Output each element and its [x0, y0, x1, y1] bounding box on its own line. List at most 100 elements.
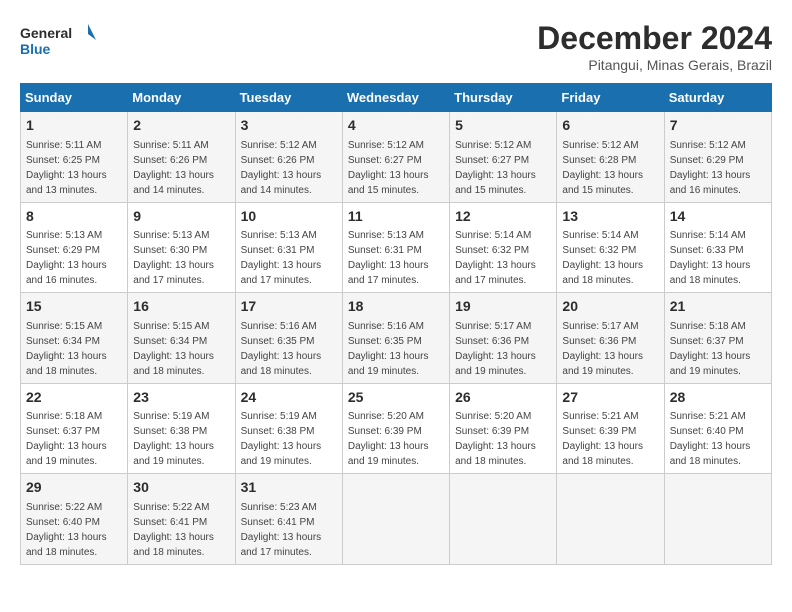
day-number: 16	[133, 297, 229, 317]
day-info: Sunrise: 5:11 AM Sunset: 6:26 PM Dayligh…	[133, 140, 214, 196]
day-number: 28	[670, 388, 766, 408]
calendar-cell: 24 Sunrise: 5:19 AM Sunset: 6:38 PM Dayl…	[235, 383, 342, 474]
day-number: 27	[562, 388, 658, 408]
day-info: Sunrise: 5:18 AM Sunset: 6:37 PM Dayligh…	[26, 411, 107, 467]
day-number: 5	[455, 116, 551, 136]
calendar-cell: 9 Sunrise: 5:13 AM Sunset: 6:30 PM Dayli…	[128, 202, 235, 293]
week-row-1: 1 Sunrise: 5:11 AM Sunset: 6:25 PM Dayli…	[21, 112, 772, 203]
day-number: 19	[455, 297, 551, 317]
calendar-cell: 7 Sunrise: 5:12 AM Sunset: 6:29 PM Dayli…	[664, 112, 771, 203]
day-info: Sunrise: 5:12 AM Sunset: 6:26 PM Dayligh…	[241, 140, 322, 196]
calendar-cell: 15 Sunrise: 5:15 AM Sunset: 6:34 PM Dayl…	[21, 293, 128, 384]
calendar-cell: 16 Sunrise: 5:15 AM Sunset: 6:34 PM Dayl…	[128, 293, 235, 384]
day-number: 21	[670, 297, 766, 317]
day-info: Sunrise: 5:12 AM Sunset: 6:27 PM Dayligh…	[348, 140, 429, 196]
header-friday: Friday	[557, 84, 664, 112]
day-number: 6	[562, 116, 658, 136]
day-number: 13	[562, 207, 658, 227]
day-number: 26	[455, 388, 551, 408]
calendar-cell	[664, 474, 771, 565]
day-number: 29	[26, 478, 122, 498]
day-number: 1	[26, 116, 122, 136]
day-info: Sunrise: 5:15 AM Sunset: 6:34 PM Dayligh…	[133, 321, 214, 377]
day-number: 3	[241, 116, 337, 136]
calendar-cell: 18 Sunrise: 5:16 AM Sunset: 6:35 PM Dayl…	[342, 293, 449, 384]
day-number: 23	[133, 388, 229, 408]
calendar-cell: 5 Sunrise: 5:12 AM Sunset: 6:27 PM Dayli…	[450, 112, 557, 203]
day-info: Sunrise: 5:14 AM Sunset: 6:33 PM Dayligh…	[670, 230, 751, 286]
logo-svg: General Blue	[20, 20, 100, 60]
calendar-cell: 11 Sunrise: 5:13 AM Sunset: 6:31 PM Dayl…	[342, 202, 449, 293]
day-info: Sunrise: 5:18 AM Sunset: 6:37 PM Dayligh…	[670, 321, 751, 377]
day-info: Sunrise: 5:21 AM Sunset: 6:40 PM Dayligh…	[670, 411, 751, 467]
day-number: 17	[241, 297, 337, 317]
calendar-cell: 26 Sunrise: 5:20 AM Sunset: 6:39 PM Dayl…	[450, 383, 557, 474]
svg-text:General: General	[20, 25, 72, 41]
day-info: Sunrise: 5:12 AM Sunset: 6:27 PM Dayligh…	[455, 140, 536, 196]
day-info: Sunrise: 5:19 AM Sunset: 6:38 PM Dayligh…	[241, 411, 322, 467]
calendar-cell: 30 Sunrise: 5:22 AM Sunset: 6:41 PM Dayl…	[128, 474, 235, 565]
calendar-cell: 21 Sunrise: 5:18 AM Sunset: 6:37 PM Dayl…	[664, 293, 771, 384]
header: General Blue December 2024 Pitangui, Min…	[20, 20, 772, 73]
main-title: December 2024	[537, 20, 772, 57]
day-info: Sunrise: 5:16 AM Sunset: 6:35 PM Dayligh…	[348, 321, 429, 377]
day-number: 20	[562, 297, 658, 317]
day-info: Sunrise: 5:11 AM Sunset: 6:25 PM Dayligh…	[26, 140, 107, 196]
day-info: Sunrise: 5:17 AM Sunset: 6:36 PM Dayligh…	[455, 321, 536, 377]
header-sunday: Sunday	[21, 84, 128, 112]
calendar-cell: 31 Sunrise: 5:23 AM Sunset: 6:41 PM Dayl…	[235, 474, 342, 565]
day-number: 8	[26, 207, 122, 227]
calendar-cell: 25 Sunrise: 5:20 AM Sunset: 6:39 PM Dayl…	[342, 383, 449, 474]
title-area: December 2024 Pitangui, Minas Gerais, Br…	[537, 20, 772, 73]
calendar-cell: 13 Sunrise: 5:14 AM Sunset: 6:32 PM Dayl…	[557, 202, 664, 293]
week-row-5: 29 Sunrise: 5:22 AM Sunset: 6:40 PM Dayl…	[21, 474, 772, 565]
day-info: Sunrise: 5:12 AM Sunset: 6:28 PM Dayligh…	[562, 140, 643, 196]
week-row-3: 15 Sunrise: 5:15 AM Sunset: 6:34 PM Dayl…	[21, 293, 772, 384]
calendar-cell: 22 Sunrise: 5:18 AM Sunset: 6:37 PM Dayl…	[21, 383, 128, 474]
calendar-cell: 6 Sunrise: 5:12 AM Sunset: 6:28 PM Dayli…	[557, 112, 664, 203]
day-number: 15	[26, 297, 122, 317]
calendar-cell: 20 Sunrise: 5:17 AM Sunset: 6:36 PM Dayl…	[557, 293, 664, 384]
calendar-cell	[557, 474, 664, 565]
calendar-header: SundayMondayTuesdayWednesdayThursdayFrid…	[21, 84, 772, 112]
day-number: 7	[670, 116, 766, 136]
calendar-cell	[450, 474, 557, 565]
header-tuesday: Tuesday	[235, 84, 342, 112]
header-monday: Monday	[128, 84, 235, 112]
calendar-cell: 27 Sunrise: 5:21 AM Sunset: 6:39 PM Dayl…	[557, 383, 664, 474]
day-info: Sunrise: 5:16 AM Sunset: 6:35 PM Dayligh…	[241, 321, 322, 377]
day-info: Sunrise: 5:13 AM Sunset: 6:31 PM Dayligh…	[241, 230, 322, 286]
day-number: 31	[241, 478, 337, 498]
day-info: Sunrise: 5:13 AM Sunset: 6:31 PM Dayligh…	[348, 230, 429, 286]
day-number: 2	[133, 116, 229, 136]
calendar-cell: 23 Sunrise: 5:19 AM Sunset: 6:38 PM Dayl…	[128, 383, 235, 474]
day-info: Sunrise: 5:12 AM Sunset: 6:29 PM Dayligh…	[670, 140, 751, 196]
calendar-cell: 10 Sunrise: 5:13 AM Sunset: 6:31 PM Dayl…	[235, 202, 342, 293]
calendar-cell: 3 Sunrise: 5:12 AM Sunset: 6:26 PM Dayli…	[235, 112, 342, 203]
week-row-2: 8 Sunrise: 5:13 AM Sunset: 6:29 PM Dayli…	[21, 202, 772, 293]
day-info: Sunrise: 5:21 AM Sunset: 6:39 PM Dayligh…	[562, 411, 643, 467]
header-thursday: Thursday	[450, 84, 557, 112]
day-number: 10	[241, 207, 337, 227]
calendar-cell: 19 Sunrise: 5:17 AM Sunset: 6:36 PM Dayl…	[450, 293, 557, 384]
svg-text:Blue: Blue	[20, 41, 51, 57]
calendar-cell: 29 Sunrise: 5:22 AM Sunset: 6:40 PM Dayl…	[21, 474, 128, 565]
calendar-cell: 17 Sunrise: 5:16 AM Sunset: 6:35 PM Dayl…	[235, 293, 342, 384]
header-wednesday: Wednesday	[342, 84, 449, 112]
day-info: Sunrise: 5:23 AM Sunset: 6:41 PM Dayligh…	[241, 502, 322, 558]
calendar-cell: 2 Sunrise: 5:11 AM Sunset: 6:26 PM Dayli…	[128, 112, 235, 203]
day-number: 4	[348, 116, 444, 136]
day-info: Sunrise: 5:13 AM Sunset: 6:30 PM Dayligh…	[133, 230, 214, 286]
week-row-4: 22 Sunrise: 5:18 AM Sunset: 6:37 PM Dayl…	[21, 383, 772, 474]
calendar-cell: 12 Sunrise: 5:14 AM Sunset: 6:32 PM Dayl…	[450, 202, 557, 293]
day-number: 25	[348, 388, 444, 408]
day-info: Sunrise: 5:22 AM Sunset: 6:41 PM Dayligh…	[133, 502, 214, 558]
day-number: 18	[348, 297, 444, 317]
day-info: Sunrise: 5:14 AM Sunset: 6:32 PM Dayligh…	[562, 230, 643, 286]
subtitle: Pitangui, Minas Gerais, Brazil	[537, 57, 772, 73]
calendar-cell: 4 Sunrise: 5:12 AM Sunset: 6:27 PM Dayli…	[342, 112, 449, 203]
calendar-cell	[342, 474, 449, 565]
day-info: Sunrise: 5:15 AM Sunset: 6:34 PM Dayligh…	[26, 321, 107, 377]
calendar-table: SundayMondayTuesdayWednesdayThursdayFrid…	[20, 83, 772, 565]
calendar-cell: 1 Sunrise: 5:11 AM Sunset: 6:25 PM Dayli…	[21, 112, 128, 203]
